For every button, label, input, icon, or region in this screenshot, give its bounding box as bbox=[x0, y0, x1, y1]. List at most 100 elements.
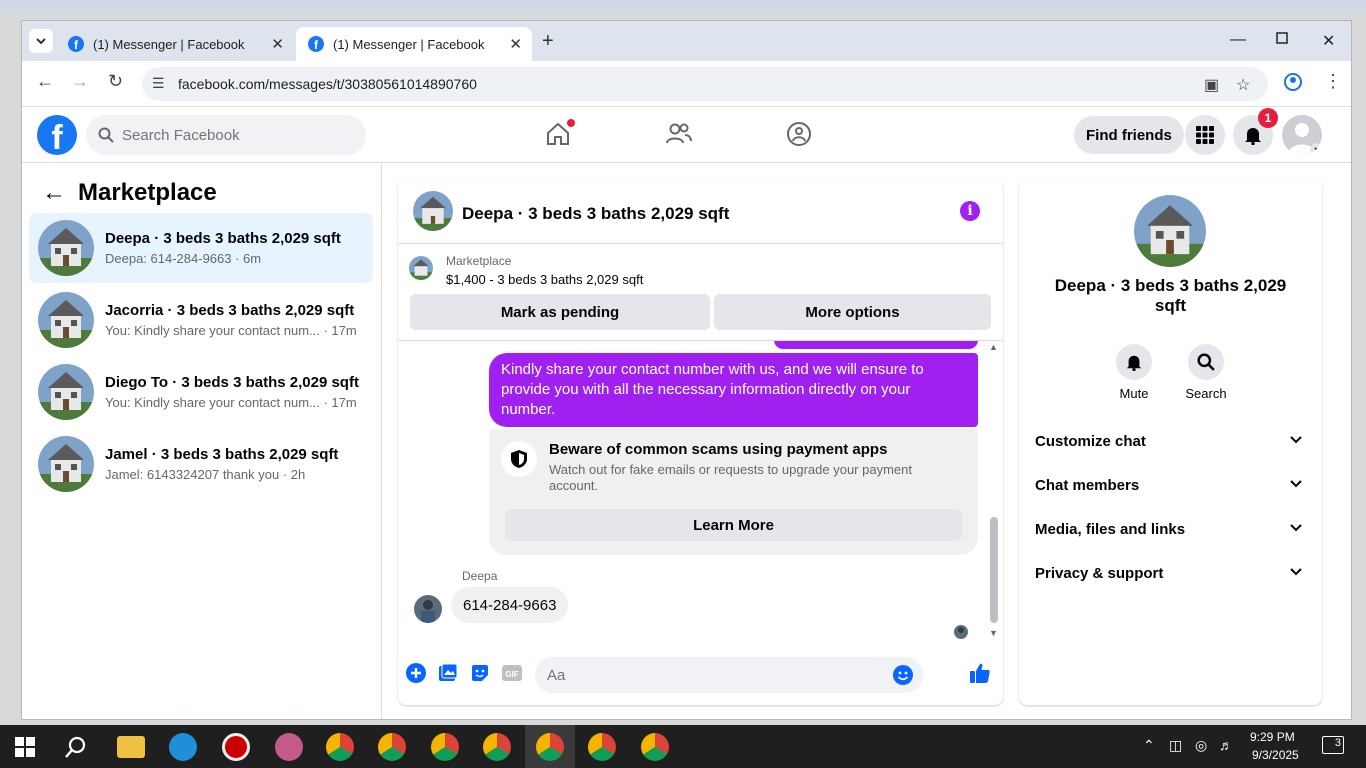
conversation-item[interactable]: Jamel · 3 beds 3 baths 2,029 sqft Jamel:… bbox=[29, 429, 373, 499]
edge-icon[interactable] bbox=[169, 733, 197, 761]
profile-icon[interactable] bbox=[1284, 73, 1302, 96]
scam-warning-card: Beware of common scams using payment app… bbox=[489, 429, 978, 555]
tab-messenger-1[interactable]: f (1) Messenger | Facebook ✕ bbox=[56, 27, 294, 61]
clock-date[interactable]: 9/3/2025 bbox=[1252, 748, 1299, 762]
find-friends-button[interactable]: Find friends bbox=[1074, 116, 1184, 154]
close-tab-icon[interactable]: ✕ bbox=[271, 35, 284, 53]
scrollbar-thumb[interactable] bbox=[990, 517, 998, 623]
bell-icon bbox=[1245, 128, 1261, 145]
new-tab-icon[interactable]: + bbox=[542, 30, 554, 53]
maximize-icon[interactable] bbox=[1276, 31, 1288, 49]
volume-icon[interactable]: ♬ bbox=[1219, 737, 1233, 753]
media-files-links-row[interactable]: Media, files and links bbox=[1035, 509, 1307, 549]
browser-menu-icon[interactable]: ⋮ bbox=[1324, 71, 1342, 92]
notifications-button[interactable]: 1 bbox=[1233, 108, 1278, 155]
chat-title[interactable]: Deepa · 3 beds 3 baths 2,029 sqft bbox=[462, 204, 729, 224]
paint-icon[interactable] bbox=[275, 733, 303, 761]
reload-icon[interactable]: ↻ bbox=[108, 71, 123, 92]
sender-avatar[interactable] bbox=[414, 595, 442, 623]
site-info-icon[interactable]: ☰ bbox=[152, 75, 165, 92]
tab-title: (1) Messenger | Facebook bbox=[93, 36, 245, 52]
taskbar-search-icon[interactable] bbox=[64, 735, 88, 764]
house-thumbnail bbox=[38, 436, 94, 492]
search-conversation-button[interactable]: Search bbox=[1176, 344, 1236, 401]
scroll-down-icon[interactable]: ▼ bbox=[989, 628, 998, 638]
chat-members-row[interactable]: Chat members bbox=[1035, 465, 1307, 505]
bookmark-star-icon[interactable]: ☆ bbox=[1236, 75, 1250, 95]
section-label: Chat members bbox=[1035, 476, 1140, 494]
network-icon[interactable]: ◎ bbox=[1195, 737, 1207, 754]
tray-chevron-icon[interactable]: ⌃ bbox=[1143, 737, 1155, 754]
close-tab-icon[interactable]: ✕ bbox=[509, 35, 522, 53]
conversation-item[interactable]: Diego To · 3 beds 3 baths 2,029 sqft You… bbox=[29, 357, 373, 427]
chrome-profile-icon[interactable] bbox=[378, 733, 406, 761]
facebook-logo-icon[interactable]: f bbox=[37, 115, 77, 155]
close-window-icon[interactable]: ✕ bbox=[1322, 31, 1335, 51]
emoji-icon[interactable] bbox=[893, 665, 913, 689]
clock-time[interactable]: 9:29 PM bbox=[1250, 730, 1295, 744]
mute-label: Mute bbox=[1119, 386, 1149, 401]
menu-grid-button[interactable] bbox=[1185, 115, 1225, 155]
address-bar[interactable]: ☰ facebook.com/messages/t/30380561014890… bbox=[142, 67, 1268, 101]
chrome-profile-icon[interactable] bbox=[431, 733, 459, 761]
search-icon bbox=[1197, 353, 1215, 371]
customize-chat-row[interactable]: Customize chat bbox=[1035, 421, 1307, 461]
message-input[interactable] bbox=[547, 666, 887, 684]
mute-button[interactable]: Mute bbox=[1104, 344, 1164, 401]
tray-device-icon[interactable]: ◫ bbox=[1169, 737, 1182, 754]
chrome-profile-icon-active[interactable] bbox=[536, 733, 564, 761]
conversation-item[interactable]: Jacorria · 3 beds 3 baths 2,029 sqft You… bbox=[29, 285, 373, 355]
privacy-support-row[interactable]: Privacy & support bbox=[1035, 553, 1307, 593]
recorder-icon[interactable] bbox=[222, 733, 250, 761]
install-app-icon[interactable]: ▣ bbox=[1204, 75, 1219, 95]
info-icon[interactable]: i bbox=[960, 201, 980, 221]
windows-taskbar: ⌃ ◫ ◎ ♬ 9:29 PM 9/3/2025 3 bbox=[0, 725, 1366, 768]
chat-details-panel: Deepa · 3 beds 3 baths 2,029 sqft Mute S… bbox=[1019, 179, 1322, 705]
shield-icon bbox=[501, 441, 537, 477]
conversation-preview: Jamel: 6143324207 thank you · 2h bbox=[105, 467, 306, 482]
panel-title: Marketplace bbox=[78, 179, 217, 206]
conversation-list-panel: ← Marketplace Deepa · 3 beds 3 baths 2,0… bbox=[22, 163, 382, 719]
chrome-icon[interactable] bbox=[326, 733, 354, 761]
learn-more-button[interactable]: Learn More bbox=[505, 509, 962, 541]
search-input[interactable] bbox=[122, 126, 342, 144]
scroll-up-icon[interactable]: ▲ bbox=[989, 342, 998, 352]
message-scrollbar[interactable]: ▲ ▼ bbox=[988, 341, 1000, 641]
photo-icon[interactable] bbox=[438, 663, 460, 685]
listing-price-title[interactable]: $1,400 - 3 beds 3 baths 2,029 sqft bbox=[446, 272, 643, 287]
account-avatar[interactable]: ▼ bbox=[1282, 115, 1322, 155]
scam-warning-description: Watch out for fake emails or requests to… bbox=[549, 462, 912, 493]
house-thumbnail bbox=[38, 364, 94, 420]
tab-search-button[interactable] bbox=[29, 29, 53, 53]
browser-window: f (1) Messenger | Facebook ✕ f (1) Messe… bbox=[21, 20, 1352, 720]
gif-icon[interactable]: GIF bbox=[501, 663, 523, 685]
groups-icon[interactable] bbox=[786, 121, 816, 151]
sticker-icon[interactable] bbox=[470, 663, 492, 685]
home-icon[interactable] bbox=[545, 119, 575, 151]
chrome-profile-icon[interactable] bbox=[588, 733, 616, 761]
details-title: Deepa · 3 beds 3 baths 2,029 sqft bbox=[1054, 276, 1287, 315]
chrome-profile-icon[interactable] bbox=[483, 733, 511, 761]
forward-icon[interactable]: → bbox=[71, 71, 89, 92]
message-thread: Kindly share your contact number with us… bbox=[398, 341, 1003, 641]
chrome-profile-icon[interactable] bbox=[641, 733, 669, 761]
plus-icon[interactable] bbox=[406, 663, 428, 685]
back-icon[interactable]: ← bbox=[36, 71, 54, 92]
conversation-item[interactable]: Deepa · 3 beds 3 baths 2,029 sqft Deepa:… bbox=[29, 213, 373, 283]
message-input-box[interactable] bbox=[535, 657, 923, 693]
facebook-header: f Find friends 1 ▼ bbox=[22, 107, 1351, 163]
section-label: Privacy & support bbox=[1035, 564, 1164, 582]
tab-messenger-2[interactable]: f (1) Messenger | Facebook ✕ bbox=[296, 27, 532, 61]
minimize-icon[interactable]: — bbox=[1230, 31, 1246, 49]
mark-as-pending-button[interactable]: Mark as pending bbox=[410, 294, 710, 330]
facebook-search[interactable] bbox=[86, 115, 366, 155]
notification-center-icon[interactable]: 3 bbox=[1322, 736, 1344, 754]
windows-start-icon[interactable] bbox=[15, 737, 35, 762]
back-arrow-icon[interactable]: ← bbox=[42, 179, 66, 207]
listing-avatar[interactable] bbox=[413, 191, 453, 231]
more-options-button[interactable]: More options bbox=[714, 294, 991, 330]
file-explorer-icon[interactable] bbox=[117, 736, 145, 758]
conversation-title: Diego To · 3 beds 3 baths 2,029 sqft bbox=[105, 374, 359, 391]
thumbs-up-icon[interactable] bbox=[969, 662, 991, 684]
friends-icon[interactable] bbox=[665, 121, 695, 151]
